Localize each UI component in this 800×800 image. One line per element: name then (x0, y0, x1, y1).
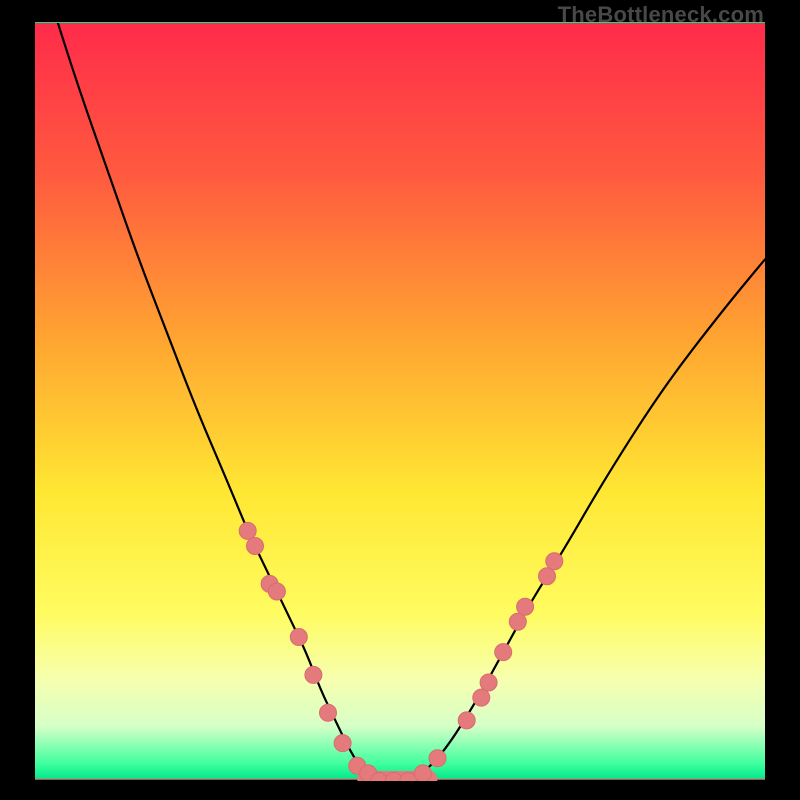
data-point (495, 644, 512, 661)
data-point (268, 583, 285, 600)
chart-frame: TheBottleneck.com (0, 0, 800, 800)
data-point (517, 598, 534, 615)
data-point (239, 522, 256, 539)
data-point (473, 689, 490, 706)
data-point (429, 750, 446, 767)
data-point (546, 553, 563, 570)
data-point (305, 666, 322, 683)
data-point (539, 568, 556, 585)
bottleneck-curve (58, 23, 766, 781)
data-point (247, 538, 264, 555)
data-point (509, 613, 526, 630)
data-point (414, 765, 431, 781)
data-point (290, 629, 307, 646)
data-point (334, 735, 351, 752)
plot-area (35, 22, 765, 780)
data-point (458, 712, 475, 729)
data-point (320, 704, 337, 721)
data-point (480, 674, 497, 691)
chart-svg (36, 23, 766, 781)
watermark-text: TheBottleneck.com (558, 2, 764, 28)
